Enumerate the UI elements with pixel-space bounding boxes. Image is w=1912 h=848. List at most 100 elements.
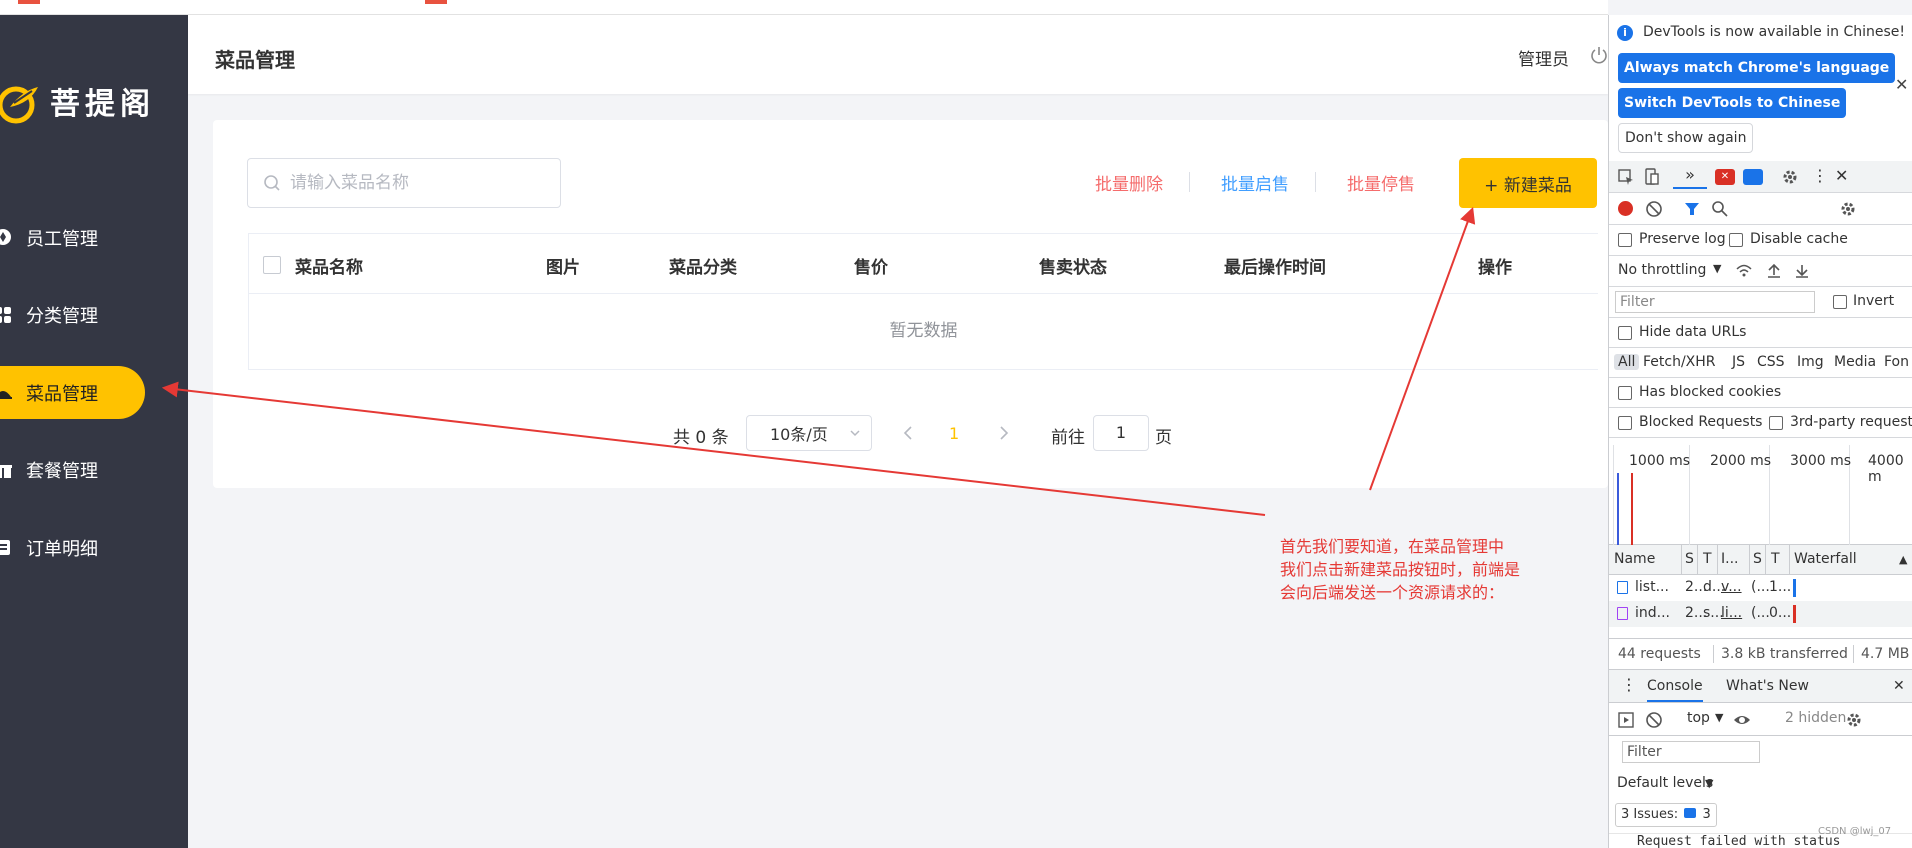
column-size[interactable]: S (1753, 551, 1762, 567)
sidebar-item-dish[interactable]: 菜品管理 (0, 366, 145, 419)
request-row[interactable]: ind... 2... s... li... (... 0... (1609, 601, 1912, 627)
sidebar-item-order[interactable]: 订单明细 (0, 521, 188, 574)
sidebar-item-label: 菜品管理 (26, 383, 98, 405)
batch-disable-button[interactable]: 批量停售 (1347, 170, 1415, 195)
throttling-select[interactable]: No throttling (1618, 262, 1706, 278)
new-dish-button[interactable]: + 新建菜品 (1459, 158, 1597, 208)
match-language-button[interactable]: Always match Chrome's language (1618, 53, 1896, 83)
network-filter-input[interactable]: Filter (1615, 291, 1815, 313)
sidebar-toggle-icon[interactable] (1617, 711, 1635, 729)
gear-icon[interactable] (1845, 711, 1863, 729)
batch-enable-button[interactable]: 批量启售 (1221, 170, 1289, 195)
content-card: 批量删除 批量启售 批量停售 + 新建菜品 菜品名称 图片 菜品分类 售价 售卖… (213, 120, 1608, 488)
blocked-cookies-label: Has blocked cookies (1639, 384, 1782, 400)
select-all-checkbox[interactable] (263, 256, 281, 274)
request-initiator[interactable]: v... (1721, 579, 1742, 595)
annotation-line: 我们点击新建菜品按钮时，前端是 (1280, 560, 1521, 579)
batch-delete-button[interactable]: 批量删除 (1095, 170, 1163, 195)
error-badge-icon[interactable]: ✕ (1715, 169, 1735, 185)
status-divider (1853, 645, 1854, 663)
tab-console[interactable]: Console (1647, 678, 1703, 702)
current-page[interactable]: 1 (949, 424, 959, 443)
close-devtools-icon[interactable]: ✕ (1835, 166, 1848, 185)
invert-checkbox[interactable] (1833, 295, 1847, 309)
drawer-menu-icon[interactable]: ⋮ (1621, 675, 1637, 694)
network-conditions-icon[interactable] (1735, 262, 1753, 280)
hide-data-urls-checkbox[interactable] (1618, 326, 1632, 340)
goto-page-input[interactable]: 1 (1093, 415, 1149, 451)
blocked-cookies-checkbox[interactable] (1618, 386, 1632, 400)
disable-cache-checkbox[interactable] (1729, 233, 1743, 247)
blocked-requests-checkbox[interactable] (1618, 416, 1632, 430)
column-header: 售价 (854, 258, 888, 278)
sidebar-item-category[interactable]: 分类管理 (0, 289, 188, 342)
type-filter-media[interactable]: Media (1834, 354, 1876, 370)
chevron-down-icon[interactable]: ▼ (1705, 777, 1713, 790)
download-icon[interactable] (1793, 262, 1811, 280)
divider (1315, 172, 1316, 192)
clear-icon[interactable] (1645, 200, 1663, 218)
gear-icon[interactable] (1839, 200, 1857, 218)
issues-badge[interactable]: 3 Issues: 3 (1615, 803, 1717, 827)
search-box[interactable] (247, 158, 561, 208)
clear-console-icon[interactable] (1645, 711, 1663, 729)
sidebar-item-combo[interactable]: 套餐管理 (0, 444, 188, 497)
chevron-down-icon[interactable]: ▼ (1715, 711, 1723, 724)
record-icon[interactable] (1618, 201, 1633, 216)
default-levels-select[interactable]: Default levels (1617, 775, 1713, 791)
devtools-panel: i DevTools is now available in Chinese! … (1608, 15, 1912, 848)
load-marker (1631, 473, 1633, 545)
dish-icon (0, 391, 12, 399)
request-initiator[interactable]: li... (1721, 605, 1742, 621)
sort-up-icon[interactable]: ▲ (1899, 553, 1907, 566)
page-size-select[interactable]: 10条/页 (746, 415, 872, 451)
close-icon[interactable]: ✕ (1895, 75, 1908, 94)
switch-language-button[interactable]: Switch DevTools to Chinese (1618, 88, 1847, 118)
third-party-checkbox[interactable] (1769, 416, 1783, 430)
tab-whats-new[interactable]: What's New (1726, 678, 1809, 694)
dont-show-again-button[interactable]: Don't show again (1618, 123, 1754, 153)
column-name[interactable]: Name (1614, 551, 1655, 567)
total-count: 共 0 条 (673, 428, 729, 448)
context-select[interactable]: top (1687, 710, 1710, 726)
kebab-menu-icon[interactable]: ⋮ (1812, 166, 1828, 185)
column-waterfall[interactable]: Waterfall (1794, 551, 1857, 567)
next-page-icon[interactable] (997, 425, 1011, 441)
network-timeline: 1000 ms 2000 ms 3000 ms 4000 m (1609, 445, 1912, 545)
column-initiator[interactable]: I... (1721, 551, 1738, 567)
type-filter-js[interactable]: JS (1732, 354, 1745, 370)
filter-icon[interactable] (1683, 200, 1701, 218)
search-icon[interactable] (1711, 200, 1729, 218)
column-type[interactable]: T (1703, 551, 1712, 567)
column-time[interactable]: T (1771, 551, 1780, 567)
sidebar-nav: 员工管理 分类管理 菜品管理 套餐管理 订单明细 (0, 211, 188, 599)
search-input[interactable] (290, 173, 550, 193)
column-status[interactable]: S (1685, 551, 1694, 567)
message-badge-icon[interactable] (1743, 169, 1763, 185)
prev-page-icon[interactable] (901, 425, 915, 441)
type-filter-fetch[interactable]: Fetch/XHR (1643, 354, 1716, 370)
console-filter-input[interactable]: Filter (1622, 741, 1760, 763)
info-icon: i (1617, 25, 1633, 41)
eye-icon[interactable] (1733, 711, 1751, 729)
device-toggle-icon[interactable] (1643, 168, 1661, 186)
power-icon[interactable] (1589, 45, 1609, 65)
admin-name[interactable]: 管理员 (1518, 45, 1569, 70)
timeline-label: 4000 m (1868, 453, 1904, 485)
preserve-log-checkbox[interactable] (1618, 233, 1632, 247)
column-divider (1681, 545, 1682, 575)
more-tabs-icon[interactable]: » (1673, 165, 1707, 189)
close-drawer-icon[interactable]: ✕ (1893, 678, 1905, 694)
type-filter-all[interactable]: All (1614, 354, 1640, 370)
type-filter-font[interactable]: Fon (1884, 354, 1909, 370)
type-filter-css[interactable]: CSS (1757, 354, 1785, 370)
upload-icon[interactable] (1765, 262, 1783, 280)
chevron-down-icon[interactable]: ▼ (1713, 262, 1721, 275)
inspect-icon[interactable] (1617, 168, 1635, 186)
type-filter-img[interactable]: Img (1797, 354, 1824, 370)
divider (1189, 172, 1190, 192)
gear-icon[interactable] (1781, 168, 1799, 186)
request-row[interactable]: list... 2... d... v... (... 1... (1609, 575, 1912, 601)
sidebar-item-employee[interactable]: 员工管理 (0, 211, 188, 264)
script-icon (1617, 607, 1628, 620)
